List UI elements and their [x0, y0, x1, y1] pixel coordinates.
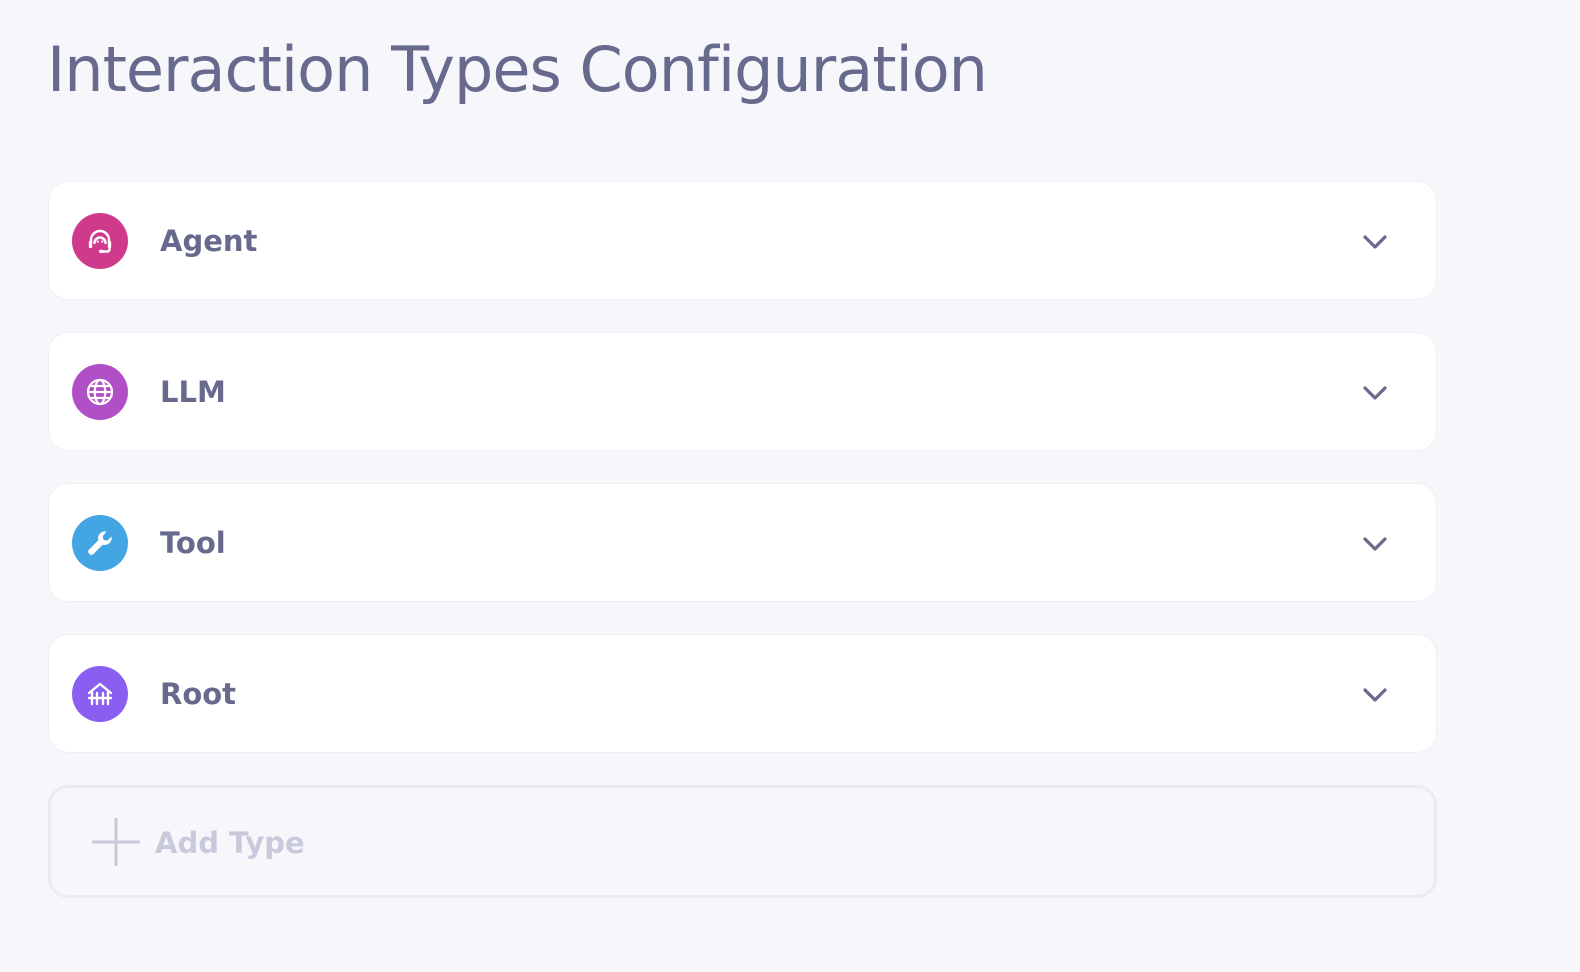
agent-type-icon: [72, 213, 128, 269]
type-label: Tool: [160, 526, 226, 560]
plus-icon: [92, 818, 140, 866]
type-label: Root: [160, 677, 237, 711]
root-type-icon: [72, 666, 128, 722]
type-card-agent[interactable]: Agent: [48, 181, 1437, 300]
home-network-icon: [87, 682, 113, 706]
chevron-down-icon[interactable]: [1360, 529, 1390, 559]
chevron-down-icon[interactable]: [1360, 378, 1390, 408]
interaction-type-list: Agent LLM Tool Root: [48, 181, 1437, 785]
add-type-label: Add Type: [155, 826, 305, 860]
wrench-icon: [88, 531, 112, 555]
globe-icon: [86, 378, 114, 406]
add-type-button[interactable]: Add Type: [48, 785, 1437, 898]
tool-type-icon: [72, 515, 128, 571]
type-label: LLM: [160, 375, 226, 409]
page-title: Interaction Types Configuration: [47, 33, 988, 106]
headset-icon: [88, 229, 112, 253]
type-card-tool[interactable]: Tool: [48, 483, 1437, 602]
type-card-root[interactable]: Root: [48, 634, 1437, 753]
chevron-down-icon[interactable]: [1360, 680, 1390, 710]
type-label: Agent: [160, 224, 258, 258]
type-card-llm[interactable]: LLM: [48, 332, 1437, 451]
chevron-down-icon[interactable]: [1360, 227, 1390, 257]
llm-type-icon: [72, 364, 128, 420]
